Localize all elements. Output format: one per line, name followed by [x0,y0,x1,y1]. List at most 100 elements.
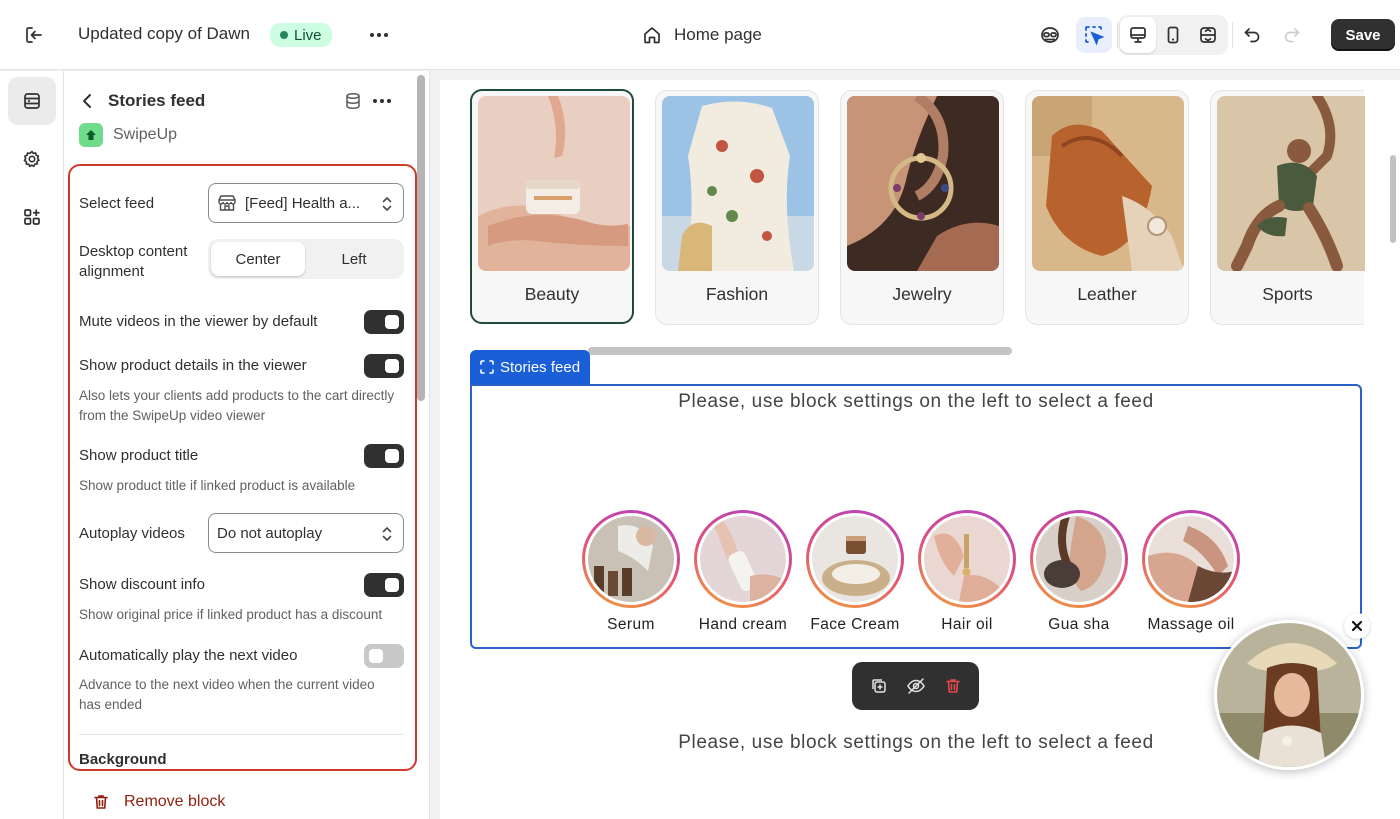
category-label: Fashion [705,284,769,304]
discount-help: Show original price if linked product ha… [79,607,383,622]
category-scrollbar-thumb[interactable] [588,347,1012,355]
category-label: Jewelry [892,284,952,304]
product-title-label: Show product title [79,447,199,464]
desktop-view-icon[interactable] [1120,17,1156,53]
select-feed-value: [Feed] Health a... [245,194,361,212]
selected-block-tag[interactable]: Stories feed [470,350,590,384]
divider [79,734,404,735]
hide-icon[interactable] [902,672,930,700]
leather-image [1032,96,1184,271]
block-toolbar [852,662,979,710]
store-icon [218,195,236,211]
category-card-leather[interactable]: Leather [1025,90,1189,325]
select-chevron-icon [382,197,392,211]
theme-more-icon[interactable] [364,22,394,48]
story-hair-oil[interactable]: Hair oil [918,510,1016,634]
feed-placeholder-message: Please, use block settings on the left t… [678,391,1154,412]
select-mode-icon[interactable] [1076,17,1112,53]
alignment-segmented-control: Center Left [208,239,404,279]
save-button[interactable]: Save [1331,19,1395,51]
story-label: Massage oil [1147,616,1235,633]
autoplay-value: Do not autoplay [217,524,323,542]
delete-icon[interactable] [939,672,967,700]
autoplay-dropdown[interactable]: Do not autoplay [208,513,404,553]
story-serum[interactable]: Serum [582,510,680,634]
floating-video-bubble[interactable] [1214,620,1364,770]
product-details-help: Also lets your clients add products to t… [79,388,395,423]
live-badge: Live [270,23,332,47]
remove-block-label: Remove block [124,793,226,810]
story-gua-sha[interactable]: Gua sha [1030,510,1128,634]
database-icon[interactable] [342,90,364,112]
alignment-label: Desktop content alignment [79,243,188,280]
autoplay-label: Autoplay videos [79,525,185,542]
app-attribution: SwipeUp [79,123,177,147]
category-label: Beauty [524,284,580,304]
viewport-switcher [1118,15,1228,55]
jewelry-image [847,96,999,271]
swipeup-logo-icon [79,123,103,147]
alignment-left-option[interactable]: Left [307,242,401,276]
sports-image [1217,96,1365,271]
background-heading: Background [79,751,167,768]
discount-label: Show discount info [79,576,205,593]
category-card-sports[interactable]: Sports [1210,90,1365,325]
panel-scrollbar-thumb[interactable] [417,75,425,401]
trash-icon [94,795,108,809]
live-badge-label: Live [294,26,322,44]
sections-icon[interactable] [8,77,56,125]
duplicate-icon[interactable] [865,672,893,700]
select-chevron-icon [382,527,392,541]
theme-name: Updated copy of Dawn [78,24,250,43]
category-card-fashion[interactable]: Fashion [655,90,819,325]
undo-icon[interactable] [1234,17,1270,53]
select-feed-dropdown[interactable]: [Feed] Health a... [208,183,404,223]
settings-panel: Stories feed SwipeUp Select feed [Feed] … [64,71,430,819]
selected-block-tag-label: Stories feed [500,358,581,376]
autonext-help: Advance to the next video when the curre… [79,677,375,712]
story-massage-oil[interactable]: Massage oil [1142,510,1240,634]
category-label: Leather [1077,284,1137,304]
live-dot-icon [280,31,288,39]
inspector-icon[interactable] [1032,17,1068,53]
theme-settings-icon[interactable] [8,135,56,183]
preview-scrollbar[interactable] [1390,155,1396,243]
product-details-toggle[interactable] [364,354,404,378]
fullscreen-view-icon[interactable] [1190,17,1226,53]
block-select-icon [480,360,494,374]
block-settings-group: Select feed [Feed] Health a... Desktop c… [68,164,417,771]
category-card-beauty[interactable]: Beauty [470,89,634,324]
autonext-label: Automatically play the next video [79,647,298,664]
home-icon [644,27,660,44]
autonext-toggle[interactable] [364,644,404,668]
mute-videos-label: Mute videos in the viewer by default [79,313,318,330]
category-label: Sports [1262,284,1313,304]
product-details-label: Show product details in the viewer [79,357,307,374]
story-face-cream[interactable]: Face Cream [806,510,904,634]
panel-title: Stories feed [108,91,206,110]
back-arrow-icon[interactable] [76,89,98,113]
close-icon[interactable] [1344,613,1370,639]
exit-icon[interactable] [18,20,50,50]
page-selector[interactable]: Home page [642,22,762,48]
alignment-center-option[interactable]: Center [211,242,305,276]
app-name: SwipeUp [113,126,178,143]
category-scrollbar[interactable] [470,345,1362,357]
mute-videos-toggle[interactable] [364,310,404,334]
product-title-help: Show product title if linked product is … [79,478,356,493]
story-hand-cream[interactable]: Hand cream [694,510,792,634]
category-card-jewelry[interactable]: Jewelry [840,90,1004,325]
page-selector-label: Home page [674,25,762,44]
mobile-view-icon[interactable] [1155,17,1191,53]
left-rail [0,71,64,819]
select-feed-label: Select feed [79,195,155,212]
fashion-image [662,96,814,271]
apps-icon[interactable] [8,193,56,241]
redo-icon[interactable] [1274,17,1310,53]
remove-block-button[interactable]: Remove block [92,793,225,811]
block-more-icon[interactable] [369,89,395,113]
product-title-toggle[interactable] [364,444,404,468]
top-bar: Updated copy of Dawn Live Home page Save [0,0,1400,70]
beauty-image [478,96,630,271]
discount-toggle[interactable] [364,573,404,597]
